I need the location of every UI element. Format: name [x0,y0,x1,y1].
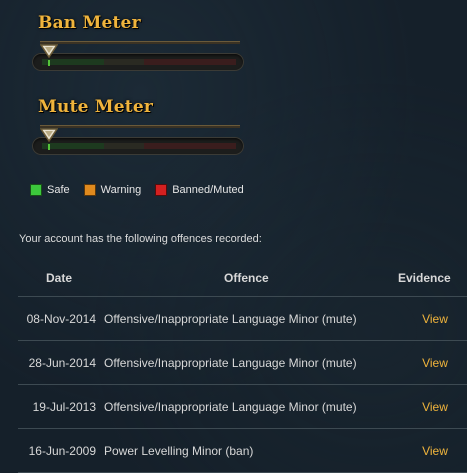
table-row: 08-Nov-2014 Offensive/Inappropriate Lang… [18,297,467,341]
mute-meter-pointer-icon [40,128,58,143]
banned-muted-swatch [155,184,168,196]
offence-name: Offensive/Inappropriate Language Minor (… [104,311,357,326]
ban-meter-track [32,53,244,71]
ban-meter [30,38,245,78]
ban-meter-pointer-icon [40,44,58,59]
mute-meter-muted-zone [144,143,236,149]
view-evidence-link[interactable]: View [400,400,467,414]
table-row: 19-Jul-2013 Offensive/Inappropriate Lang… [18,385,467,429]
header-evidence: Evidence [398,271,451,285]
ban-meter-rail [40,41,240,44]
table-row: 28-Jun-2014 Offensive/Inappropriate Lang… [18,341,467,385]
view-evidence-link[interactable]: View [400,312,467,326]
legend-item-warning: Warning [83,184,142,196]
view-evidence-link[interactable]: View [400,356,467,370]
offences-intro-text: Your account has the following offences … [19,233,262,245]
legend-label-warning: Warning [100,184,142,196]
offences-table: Date Offence Evidence 08-Nov-2014 Offens… [18,260,467,473]
offence-date: 08-Nov-2014 [26,311,96,326]
safe-swatch [30,184,42,196]
mute-meter [30,122,245,162]
legend-label-banned-muted: Banned/Muted [172,184,244,196]
header-offence: Offence [224,271,269,285]
ban-meter-warning-zone [104,59,144,65]
offence-date: 28-Jun-2014 [28,355,96,370]
mute-meter-title: Mute Meter [38,97,154,117]
ban-meter-title: Ban Meter [38,13,141,33]
header-date: Date [46,271,73,285]
legend-item-safe: Safe [30,184,70,196]
ban-meter-banned-zone [144,59,236,65]
offence-name: Offensive/Inappropriate Language Minor (… [104,399,357,414]
offence-date: 16-Jun-2009 [28,443,96,458]
view-evidence-link[interactable]: View [400,444,467,458]
mute-meter-rail [40,125,240,128]
offence-name: Offensive/Inappropriate Language Minor (… [104,355,357,370]
offence-date: 19-Jul-2013 [32,399,96,414]
meter-legend: Safe Warning Banned/Muted [30,184,258,196]
offence-name: Power Levelling Minor (ban) [104,443,254,458]
table-row: 16-Jun-2009 Power Levelling Minor (ban) … [18,429,467,473]
warning-swatch [83,184,96,196]
table-header-row: Date Offence Evidence [18,260,467,297]
legend-item-banned-muted: Banned/Muted [155,184,244,196]
legend-label-safe: Safe [47,184,70,196]
mute-meter-warning-zone [104,143,144,149]
mute-meter-track [32,137,244,155]
